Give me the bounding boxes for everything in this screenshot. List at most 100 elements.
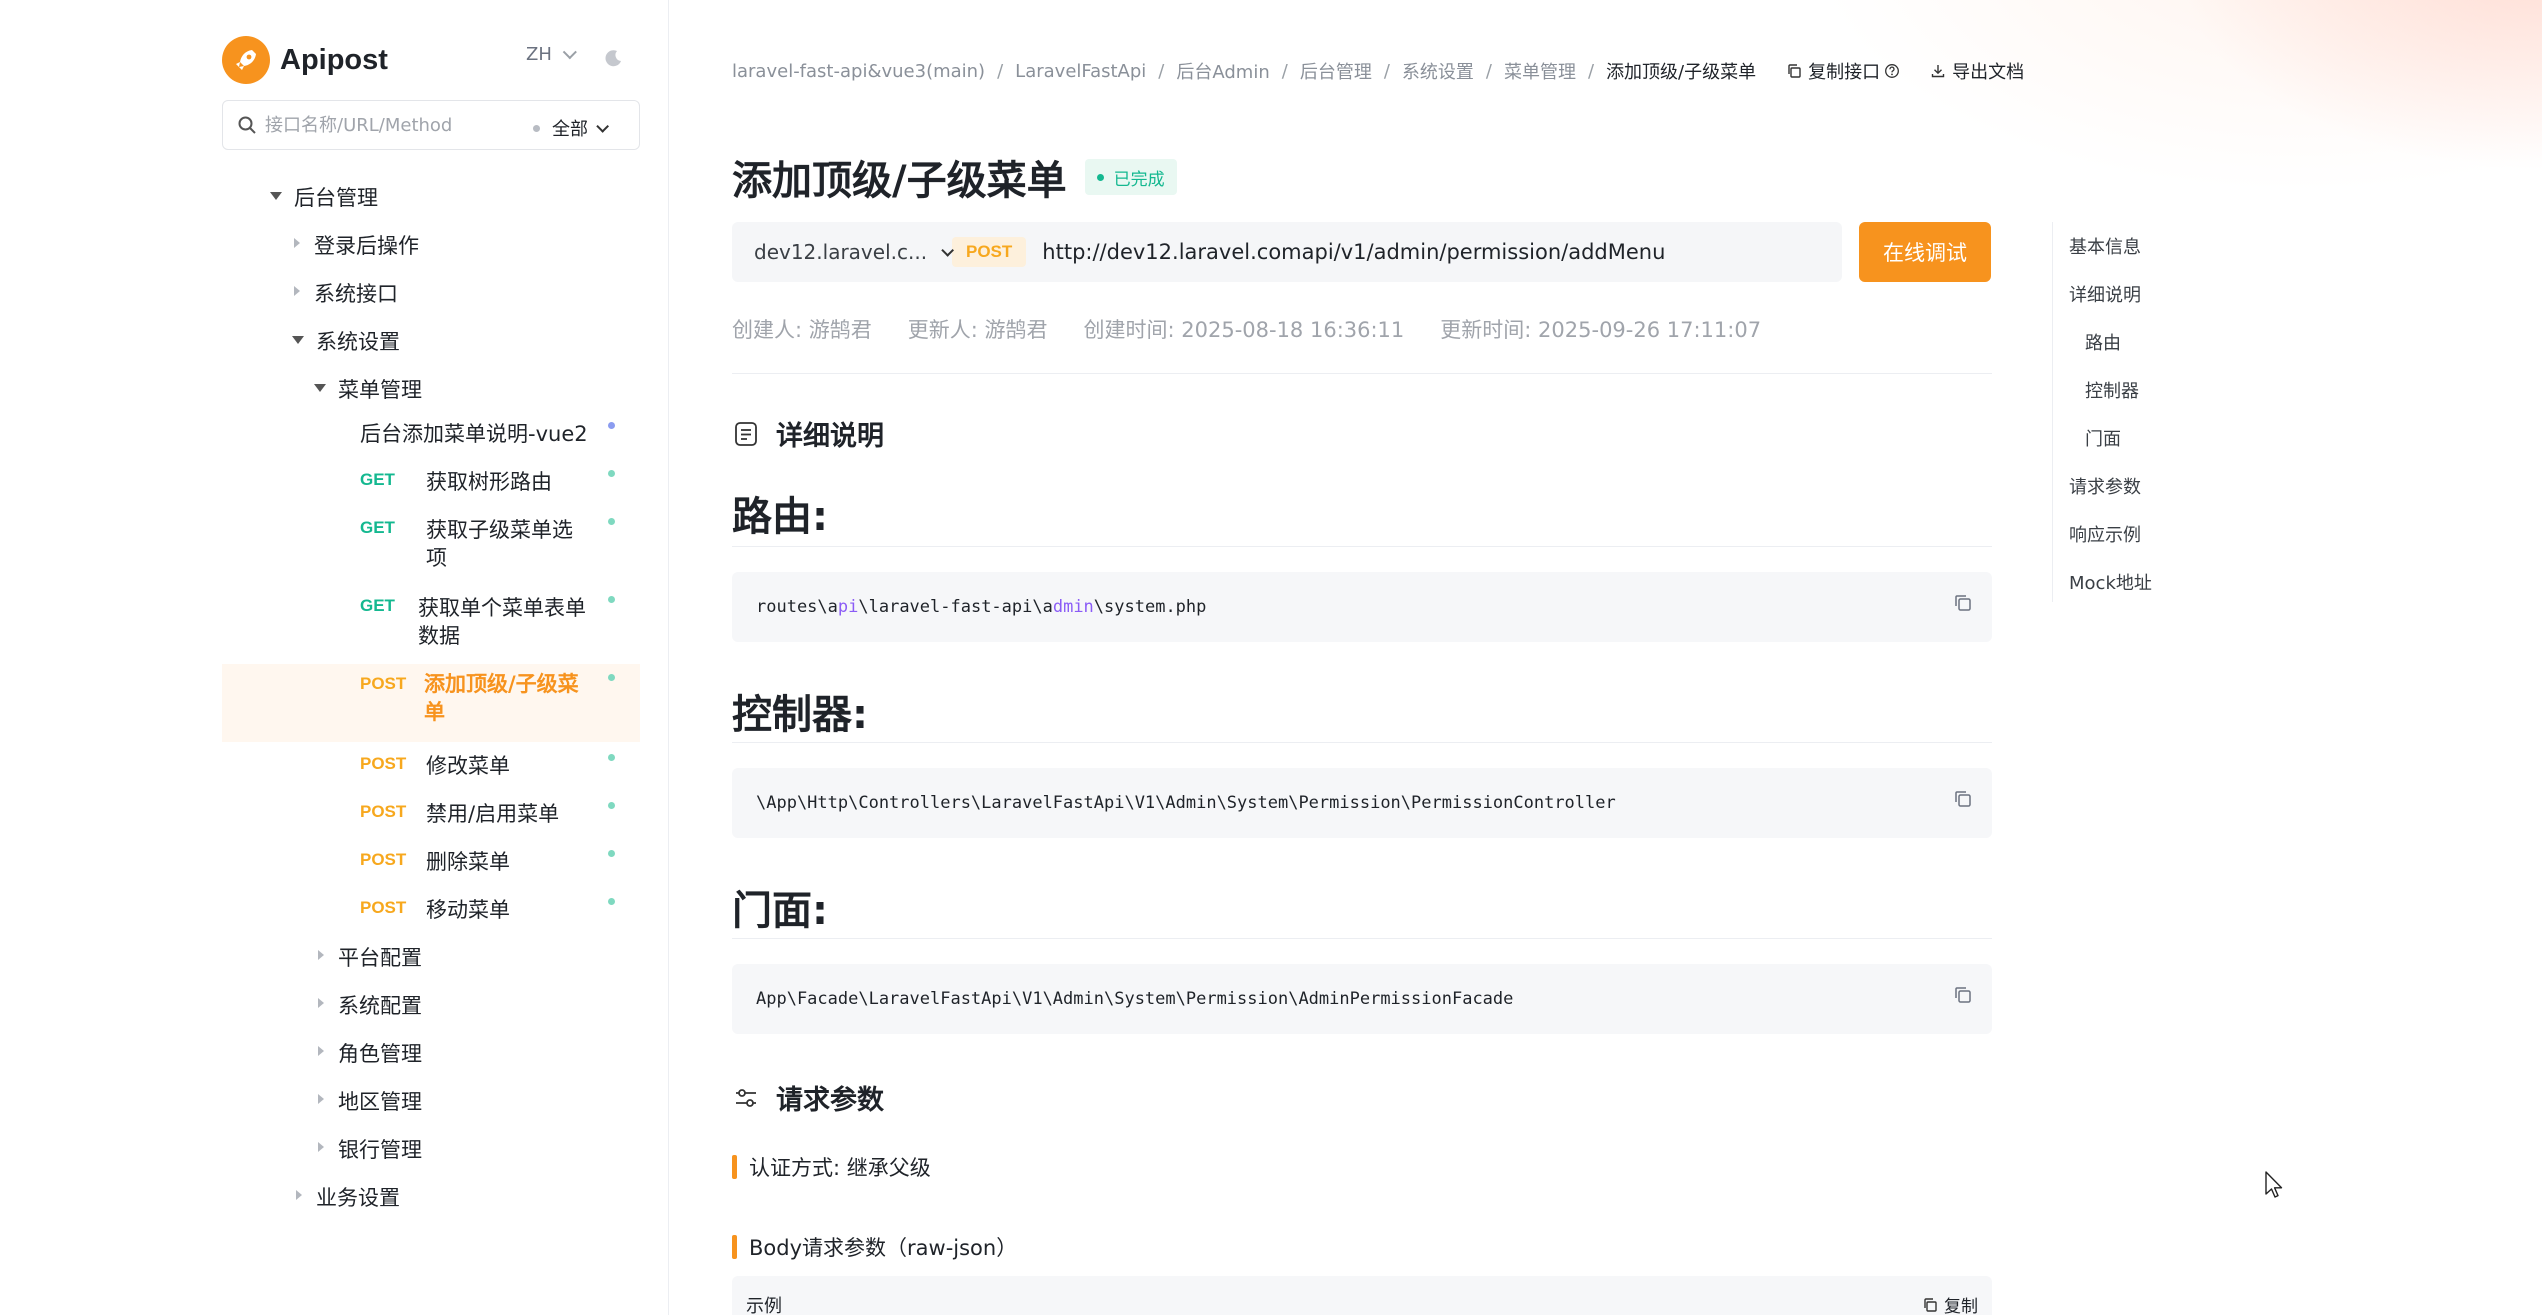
- toc-item[interactable]: 路由: [2085, 329, 2121, 355]
- toc-item[interactable]: 响应示例: [2069, 521, 2141, 547]
- copy-api-button[interactable]: 复制接口: [1786, 58, 1900, 84]
- export-doc-label: 导出文档: [1952, 62, 2025, 83]
- help-icon[interactable]: [1884, 63, 1900, 79]
- tree-api-item[interactable]: POST 删除菜单: [222, 846, 640, 890]
- tree-folder-label: 银行管理: [338, 1138, 422, 1162]
- caret-down-icon: [270, 192, 282, 200]
- creator: 创建人: 游鹄君: [732, 318, 872, 342]
- method-tag: GET: [360, 596, 395, 615]
- status-dot: [608, 470, 615, 477]
- status-label: 已完成: [1113, 169, 1165, 190]
- tree-folder-system-settings[interactable]: 系统设置: [222, 326, 640, 356]
- tree-folder-platform-config[interactable]: 平台配置: [222, 942, 640, 972]
- tree-folder-region-management[interactable]: 地区管理: [222, 1086, 640, 1116]
- copy-icon[interactable]: [1952, 592, 1974, 614]
- breadcrumb-item[interactable]: LaravelFastApi: [1015, 61, 1146, 82]
- breadcrumb-item[interactable]: 后台Admin: [1176, 58, 1269, 84]
- divider: [732, 938, 1992, 939]
- breadcrumb-item[interactable]: 系统设置: [1402, 58, 1474, 84]
- tree-api-item-active[interactable]: POST 添加顶级/子级菜 单: [222, 664, 640, 742]
- tree-folder-system-config[interactable]: 系统配置: [222, 990, 640, 1020]
- breadcrumb-separator: /: [997, 60, 1004, 82]
- controller-heading: 控制器:: [732, 692, 868, 738]
- breadcrumb-item[interactable]: 菜单管理: [1504, 58, 1576, 84]
- toc-item[interactable]: 门面: [2085, 425, 2121, 451]
- toc-item[interactable]: 基本信息: [2069, 233, 2141, 259]
- tree-folder-bank-management[interactable]: 银行管理: [222, 1134, 640, 1164]
- document-icon: [735, 421, 757, 446]
- request-url[interactable]: http://dev12.laravel.comapi/v1/admin/per…: [1042, 240, 1665, 264]
- toc-item[interactable]: Mock地址: [2069, 569, 2152, 595]
- tree-api-item[interactable]: POST 禁用/启用菜单: [222, 798, 640, 842]
- tree-api-item[interactable]: GET 获取单个菜单表单 数据: [222, 592, 640, 666]
- search-icon: [238, 116, 256, 134]
- code-segment-highlight: pi: [837, 597, 859, 617]
- method-tag: GET: [360, 470, 395, 489]
- toc-item[interactable]: 控制器: [2085, 377, 2139, 403]
- tree-doc-item[interactable]: 后台添加菜单说明-vue2: [222, 418, 640, 462]
- tree-folder-business-settings[interactable]: 业务设置: [222, 1182, 640, 1212]
- params-section-heading: 请求参数: [732, 1078, 884, 1117]
- brand-name: Apipost: [280, 43, 388, 76]
- tree-folder-label: 地区管理: [338, 1090, 422, 1114]
- caret-right-icon: [318, 1094, 324, 1104]
- api-name: 添加顶级/子级菜: [424, 672, 579, 696]
- route-code-block: routes\api\laravel-fast-api\admin\system…: [732, 572, 1992, 642]
- method-filter-dropdown[interactable]: 全部: [533, 115, 609, 141]
- tree-folder-label: 系统配置: [338, 994, 422, 1018]
- mouse-cursor-icon: [2265, 1171, 2283, 1198]
- sidebar: Apipost ZH 全部 后台管理: [222, 0, 640, 1315]
- copy-icon: [1788, 64, 1801, 78]
- tree-api-item[interactable]: POST 修改菜单: [222, 750, 640, 794]
- tree-folder-role-management[interactable]: 角色管理: [222, 1038, 640, 1068]
- code-segment-highlight: dmin: [1052, 597, 1094, 617]
- language-label: ZH: [526, 44, 552, 65]
- status-dot: [608, 596, 615, 603]
- method-badge: POST: [952, 237, 1027, 267]
- copy-icon[interactable]: [1952, 984, 1974, 1006]
- sliders-icon: [736, 1088, 756, 1107]
- export-doc-button[interactable]: 导出文档: [1930, 58, 2024, 84]
- breadcrumb-separator: /: [1158, 60, 1165, 82]
- environment-select[interactable]: dev12.laravel.c...: [732, 240, 955, 264]
- title-row: 添加顶级/子级菜单 已完成: [732, 148, 1177, 206]
- page-title: 添加顶级/子级菜单: [732, 158, 1067, 204]
- app-window: Apipost ZH 全部 后台管理: [0, 0, 2542, 1315]
- code-segment: routes\a: [756, 597, 838, 617]
- copy-icon[interactable]: [1952, 788, 1974, 810]
- breadcrumb: laravel-fast-api&vue3(main) / LaravelFas…: [732, 58, 2024, 84]
- status-dot: [608, 898, 615, 905]
- tree-api-item[interactable]: GET 获取子级菜单选 项: [222, 514, 640, 588]
- tree-api-item[interactable]: POST 移动菜单: [222, 894, 640, 938]
- auth-label: 认证方式: 继承父级: [749, 1156, 931, 1180]
- status-dot: [608, 754, 615, 761]
- copy-api-label: 复制接口: [1808, 62, 1881, 83]
- tree-folder-system-api[interactable]: 系统接口: [222, 278, 640, 308]
- accent-bar: [732, 1235, 737, 1259]
- example-label: 示例: [746, 1296, 782, 1315]
- body-label: Body请求参数（raw-json）: [749, 1236, 1018, 1260]
- search-input[interactable]: [265, 114, 505, 136]
- status-dot: [608, 422, 615, 429]
- tree-folder-login[interactable]: 登录后操作: [222, 230, 640, 260]
- rocket-icon: [222, 36, 270, 84]
- tree-folder-label: 菜单管理: [338, 378, 422, 402]
- toc-item[interactable]: 详细说明: [2069, 281, 2141, 307]
- breadcrumb-item[interactable]: laravel-fast-api&vue3(main): [732, 61, 985, 82]
- method-tag: POST: [360, 850, 407, 869]
- method-tag: POST: [360, 898, 407, 917]
- body-subheading: Body请求参数（raw-json）: [732, 1232, 1017, 1262]
- moon-icon[interactable]: [604, 48, 624, 68]
- brand[interactable]: Apipost: [222, 32, 388, 88]
- toc-item[interactable]: 请求参数: [2069, 473, 2141, 499]
- tree-api-item[interactable]: GET 获取树形路由: [222, 466, 640, 510]
- copy-icon: [1924, 1297, 1937, 1312]
- status-dot: [608, 802, 615, 809]
- copy-example-button[interactable]: 复制: [1922, 1292, 1978, 1315]
- breadcrumb-item[interactable]: 后台管理: [1300, 58, 1372, 84]
- language-switch[interactable]: ZH: [526, 44, 577, 65]
- tree-folder-backend[interactable]: 后台管理: [222, 182, 640, 212]
- created-time: 创建时间: 2025-08-18 16:36:11: [1083, 318, 1405, 342]
- online-debug-button[interactable]: 在线调试: [1859, 222, 1991, 282]
- tree-folder-menu-management[interactable]: 菜单管理: [222, 374, 640, 404]
